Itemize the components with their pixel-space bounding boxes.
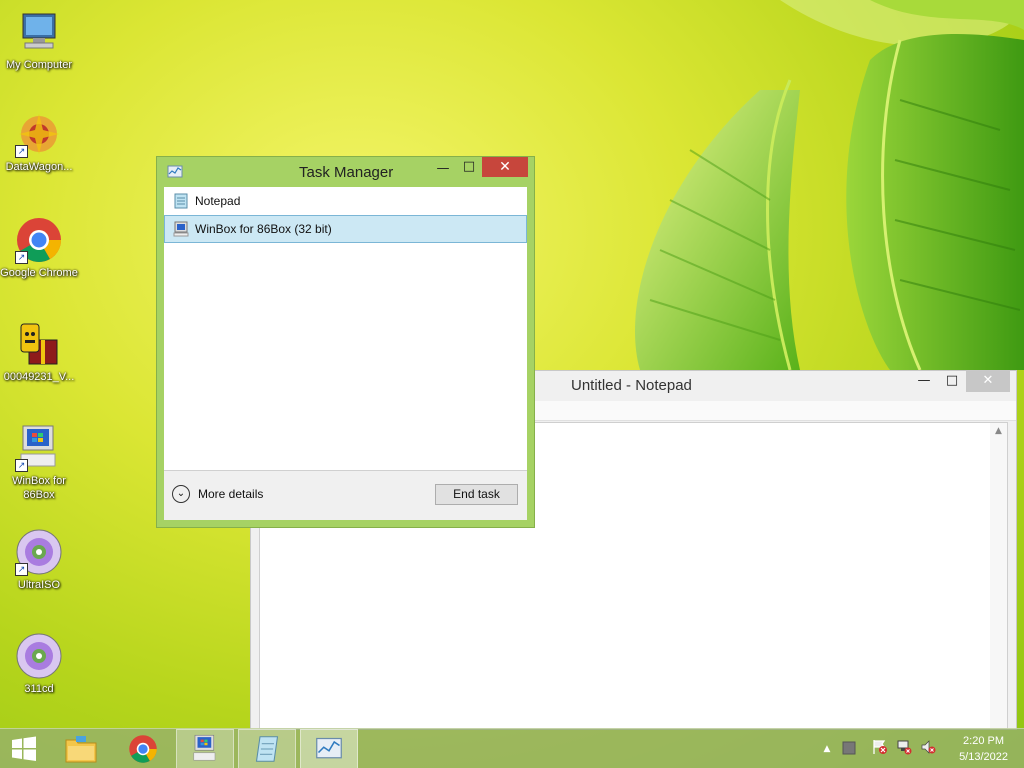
disc-icon xyxy=(15,632,63,680)
desktop-icon-label: 311cd xyxy=(24,683,54,695)
desktop-icon-label: WinBox for 86Box xyxy=(12,475,66,501)
taskbar-chrome-button[interactable] xyxy=(114,729,172,768)
network-error-icon[interactable] xyxy=(896,739,912,759)
task-manager-window[interactable]: Task Manager — □ ✕ Notepad WinBox for 86… xyxy=(156,156,535,528)
app-list-item-label: WinBox for 86Box (32 bit) xyxy=(195,222,332,236)
shortcut-arrow-icon: ↗ xyxy=(15,251,28,264)
task-manager-app-icon xyxy=(167,164,183,184)
desktop-icon-label: UltraISO xyxy=(17,579,61,591)
desktop-icon-label: 00049231_V... xyxy=(3,371,75,383)
desktop-icon-google-chrome[interactable]: ↗ Google Chrome xyxy=(0,216,78,280)
task-manager-footer: ⌄ More details End task xyxy=(164,470,527,520)
taskbar: ▲ 2:20 PM 5/13/2022 xyxy=(0,728,1024,768)
winbox-icon: ↗ xyxy=(15,424,63,472)
disc-icon: ↗ xyxy=(15,528,63,576)
notepad-title: Untitled - Notepad xyxy=(571,377,692,394)
show-hidden-icons-button[interactable]: ▲ xyxy=(818,744,836,754)
computer-icon xyxy=(15,8,63,56)
chrome-icon xyxy=(129,735,157,763)
app-list-item-notepad[interactable]: Notepad xyxy=(164,187,527,215)
notepad-minimize-button[interactable]: — xyxy=(910,371,938,392)
desktop-icon-label: Google Chrome xyxy=(0,267,78,279)
taskbar-winbox-button[interactable] xyxy=(176,729,234,768)
shortcut-arrow-icon: ↗ xyxy=(15,459,28,472)
taskbar-task-manager-button[interactable] xyxy=(300,729,358,768)
end-task-button[interactable]: End task xyxy=(435,484,518,505)
task-manager-titlebar[interactable]: Task Manager — □ ✕ xyxy=(157,157,534,187)
desktop-icon-datawagon[interactable]: ↗ DataWagon... xyxy=(0,110,78,174)
more-details-label: More details xyxy=(198,487,264,501)
task-manager-title: Task Manager xyxy=(299,164,394,181)
start-icon xyxy=(12,736,36,761)
desktop-icon-label: DataWagon... xyxy=(5,161,73,173)
task-manager-maximize-button[interactable]: □ xyxy=(456,157,482,178)
file-explorer-icon xyxy=(65,736,97,763)
winbox-icon xyxy=(173,221,189,237)
notepad-icon xyxy=(255,736,279,762)
flag-error-icon[interactable] xyxy=(872,739,888,759)
notepad-vertical-scrollbar[interactable]: ▲ xyxy=(990,423,1007,728)
action-center-icon[interactable] xyxy=(842,740,856,759)
task-manager-minimize-button[interactable]: — xyxy=(430,159,456,180)
notepad-close-button[interactable]: ✕ xyxy=(966,371,1010,392)
winbox-icon xyxy=(193,734,216,761)
app-list-item-label: Notepad xyxy=(195,194,241,208)
taskbar-notepad-button[interactable] xyxy=(238,729,296,768)
clock[interactable]: 2:20 PM 5/13/2022 xyxy=(959,733,1008,765)
archive-icon xyxy=(15,320,63,368)
taskbar-file-explorer-button[interactable] xyxy=(52,729,110,768)
task-manager-close-button[interactable]: ✕ xyxy=(482,157,528,177)
scroll-up-icon[interactable]: ▲ xyxy=(990,426,1007,436)
desktop-icon-311cd[interactable]: 311cd xyxy=(0,632,78,696)
shortcut-arrow-icon: ↗ xyxy=(15,145,28,158)
desktop-icon-label: My Computer xyxy=(5,59,73,71)
desktop-icon-winbox[interactable]: ↗ WinBox for 86Box xyxy=(0,424,78,502)
more-details-button[interactable]: ⌄ More details xyxy=(172,485,263,503)
chevron-down-icon: ⌄ xyxy=(172,485,190,503)
notepad-maximize-button[interactable]: □ xyxy=(938,371,966,392)
app-list-item-winbox[interactable]: WinBox for 86Box (32 bit) xyxy=(164,215,527,243)
desktop-icon-my-computer[interactable]: My Computer xyxy=(0,8,78,72)
datawagon-icon: ↗ xyxy=(15,110,63,158)
clock-time: 2:20 PM xyxy=(963,735,1005,747)
desktop-icon-archive[interactable]: 00049231_V... xyxy=(0,320,78,384)
task-manager-content: Notepad WinBox for 86Box (32 bit) ⌄ More… xyxy=(164,187,527,520)
notepad-icon xyxy=(173,193,189,209)
task-manager-icon xyxy=(316,737,342,759)
clock-date: 5/13/2022 xyxy=(959,751,1008,763)
volume-muted-icon[interactable] xyxy=(920,739,936,759)
shortcut-arrow-icon: ↗ xyxy=(15,563,28,576)
chrome-icon: ↗ xyxy=(15,216,63,264)
desktop-icon-ultraiso[interactable]: ↗ UltraISO xyxy=(0,528,78,592)
system-tray: ▲ xyxy=(818,729,936,768)
start-button[interactable] xyxy=(0,729,48,768)
